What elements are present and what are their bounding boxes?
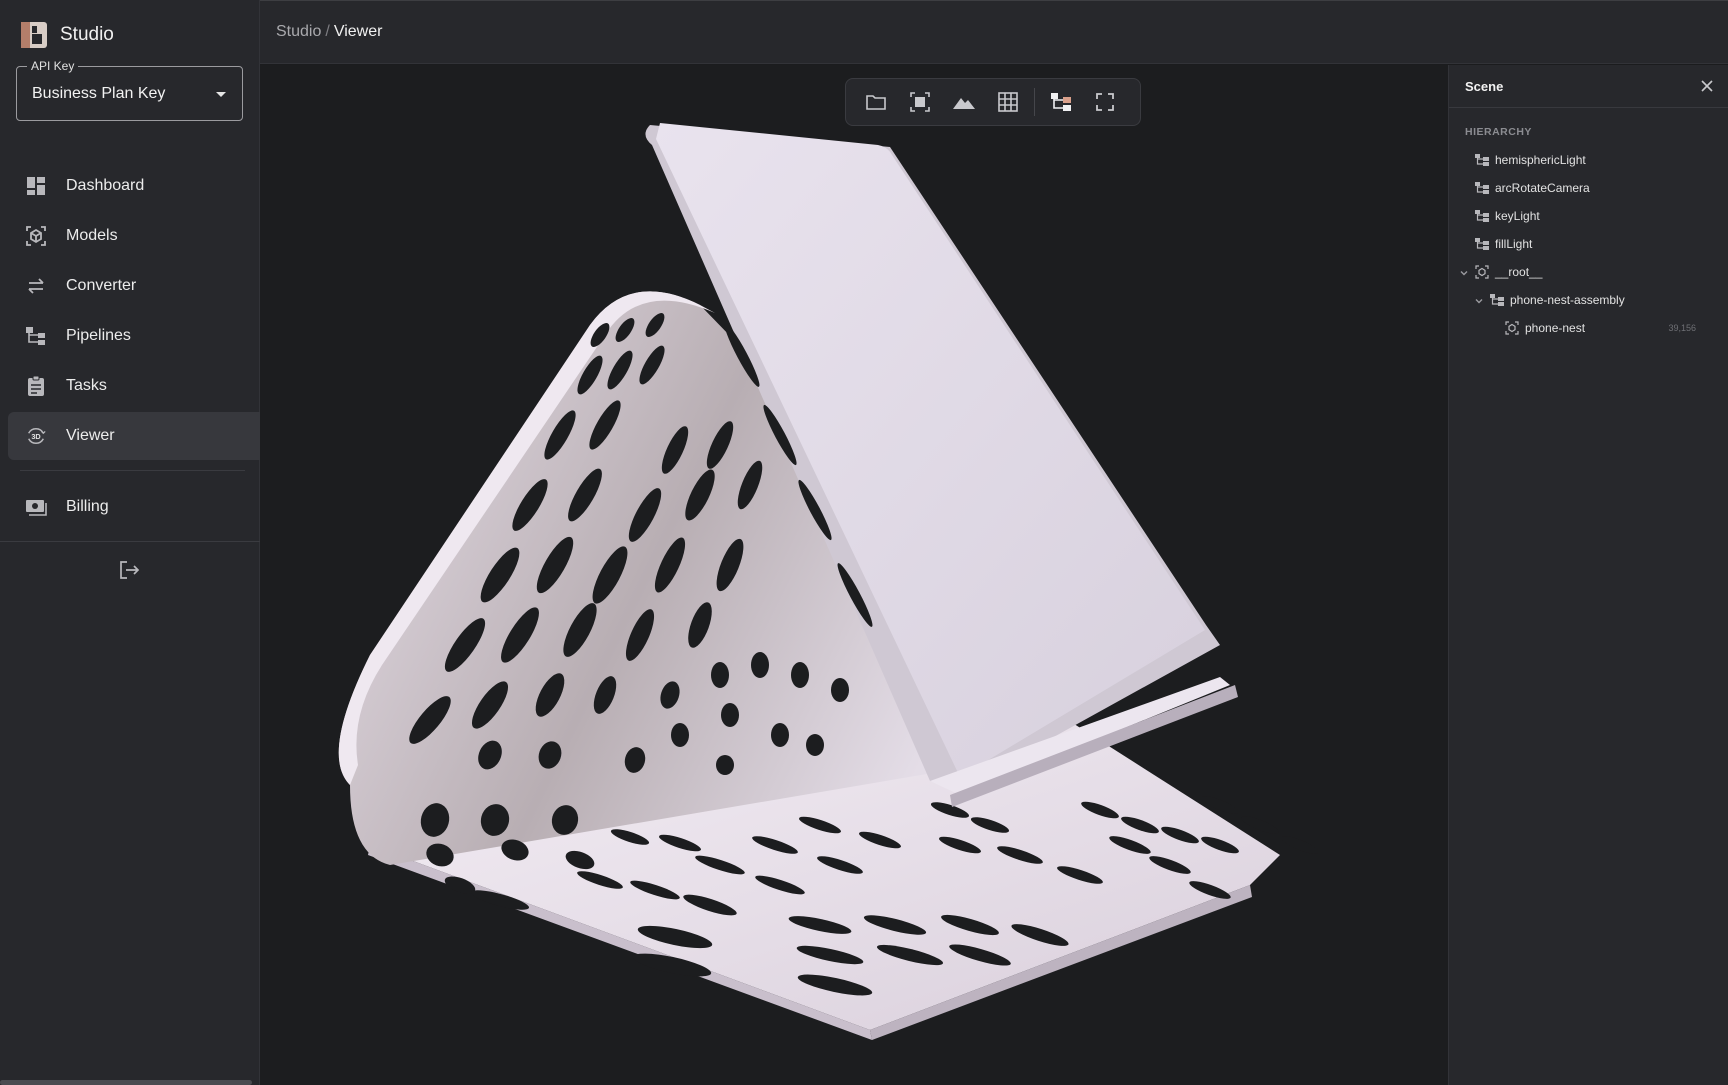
breadcrumb-current: Viewer [333, 23, 383, 40]
api-key-label: API Key [27, 59, 79, 73]
scene-tree-item[interactable]: hemisphericLight [1449, 146, 1728, 174]
scene-hierarchy-button[interactable] [1047, 88, 1075, 116]
scene-panel: Scene HIERARCHY hemisphericLight arcRotat… [1448, 65, 1728, 1085]
converter-icon [25, 275, 47, 297]
sidebar-item-label: Converter [66, 277, 137, 294]
3d-viewport[interactable] [260, 65, 1448, 1085]
mesh-icon [1505, 321, 1519, 335]
scene-tree-item-label: keyLight [1495, 209, 1540, 223]
hierarchy-section-label: HIERARCHY [1465, 126, 1532, 138]
sidebar: Studio API Key Business Plan Key Dashboa… [0, 0, 260, 1085]
scene-tree-item[interactable]: arcRotateCamera [1449, 174, 1728, 202]
frame-icon [910, 92, 930, 112]
billing-icon [25, 496, 47, 518]
chevron-down-icon[interactable] [1458, 266, 1470, 278]
sidebar-item-dashboard[interactable]: Dashboard [8, 162, 260, 210]
node-icon [1490, 293, 1504, 307]
model-render[interactable] [260, 65, 1448, 1085]
scene-tree-item-label: hemisphericLight [1495, 153, 1586, 167]
sidebar-item-models[interactable]: Models [8, 212, 260, 260]
sidebar-item-pipelines[interactable]: Pipelines [8, 312, 260, 360]
breadcrumb-separator: / [325, 23, 330, 40]
dropdown-caret-icon [216, 92, 226, 97]
node-icon [1475, 153, 1489, 167]
scene-tree-item[interactable]: phone-nest 39,156 [1449, 314, 1728, 342]
mesh-icon [1475, 265, 1489, 279]
top-bar: Studio / Viewer [260, 0, 1728, 64]
sidebar-nav: Dashboard Models Converter Pipelines Tas… [0, 162, 260, 542]
dashboard-icon [25, 175, 47, 197]
open-file-button[interactable] [862, 88, 890, 116]
node-icon [1475, 181, 1489, 195]
terrain-icon [953, 98, 975, 109]
breadcrumb: Studio / Viewer [276, 23, 382, 41]
viewer-icon-text: 3D [31, 432, 40, 441]
brand-name: Studio [60, 24, 114, 45]
close-icon[interactable] [1698, 77, 1716, 95]
pipelines-icon [25, 325, 47, 347]
sidebar-item-billing[interactable]: Billing [8, 483, 260, 531]
frame-model-button[interactable] [906, 88, 934, 116]
scene-tree-item-label: arcRotateCamera [1495, 181, 1590, 195]
scene-tree-item-label: phone-nest-assembly [1510, 293, 1625, 307]
grid-toggle-button[interactable] [994, 88, 1022, 116]
sidebar-item-viewer[interactable]: 3D Viewer [8, 412, 260, 460]
node-icon [1475, 237, 1489, 251]
fullscreen-button[interactable] [1091, 88, 1119, 116]
toolbar-separator [1034, 88, 1035, 116]
sidebar-item-label: Tasks [66, 377, 107, 394]
nav-divider [0, 541, 260, 542]
sidebar-item-tasks[interactable]: Tasks [8, 362, 260, 410]
sidebar-item-label: Viewer [66, 427, 115, 444]
api-key-value: Business Plan Key [32, 85, 166, 102]
scene-tree-item[interactable]: keyLight [1449, 202, 1728, 230]
chevron-down-icon[interactable] [1473, 294, 1485, 306]
sidebar-item-converter[interactable]: Converter [8, 262, 260, 310]
vertex-count: 39,156 [1668, 323, 1696, 333]
fullscreen-icon [1096, 93, 1114, 111]
scene-tree: hemisphericLight arcRotateCamera keyLight f… [1449, 146, 1728, 342]
scene-panel-header: Scene [1449, 65, 1728, 108]
environment-button[interactable] [950, 88, 978, 116]
sidebar-item-label: Pipelines [66, 327, 131, 344]
scene-tree-item-label: __root__ [1495, 265, 1543, 279]
sidebar-scrollbar[interactable] [0, 1080, 252, 1085]
tasks-icon [25, 375, 47, 397]
nav-divider [20, 470, 245, 471]
viewer-toolbar [845, 78, 1141, 126]
brand[interactable]: Studio [20, 20, 114, 50]
sidebar-item-label: Billing [66, 498, 109, 515]
scene-tree-item-label: phone-nest [1525, 321, 1586, 335]
scene-tree-item-label: fillLight [1495, 237, 1533, 251]
node-icon [1475, 209, 1489, 223]
grid-icon [998, 92, 1018, 112]
folder-icon [866, 95, 886, 110]
scene-tree-item[interactable]: phone-nest-assembly [1449, 286, 1728, 314]
models-icon [25, 225, 47, 247]
scene-tree-item[interactable]: fillLight [1449, 230, 1728, 258]
sidebar-item-label: Models [66, 227, 118, 244]
breadcrumb-root[interactable]: Studio [276, 23, 321, 40]
scene-panel-title: Scene [1465, 78, 1504, 94]
scene-tree-item[interactable]: __root__ [1449, 258, 1728, 286]
studio-logo-icon [21, 22, 47, 48]
app-window: Studio API Key Business Plan Key Dashboa… [0, 0, 1728, 1085]
hierarchy-icon [1051, 93, 1071, 111]
api-key-select[interactable]: API Key Business Plan Key [16, 59, 243, 121]
viewer-3d-icon: 3D [25, 425, 47, 447]
logout-icon[interactable] [117, 558, 141, 582]
sidebar-item-label: Dashboard [66, 177, 145, 194]
